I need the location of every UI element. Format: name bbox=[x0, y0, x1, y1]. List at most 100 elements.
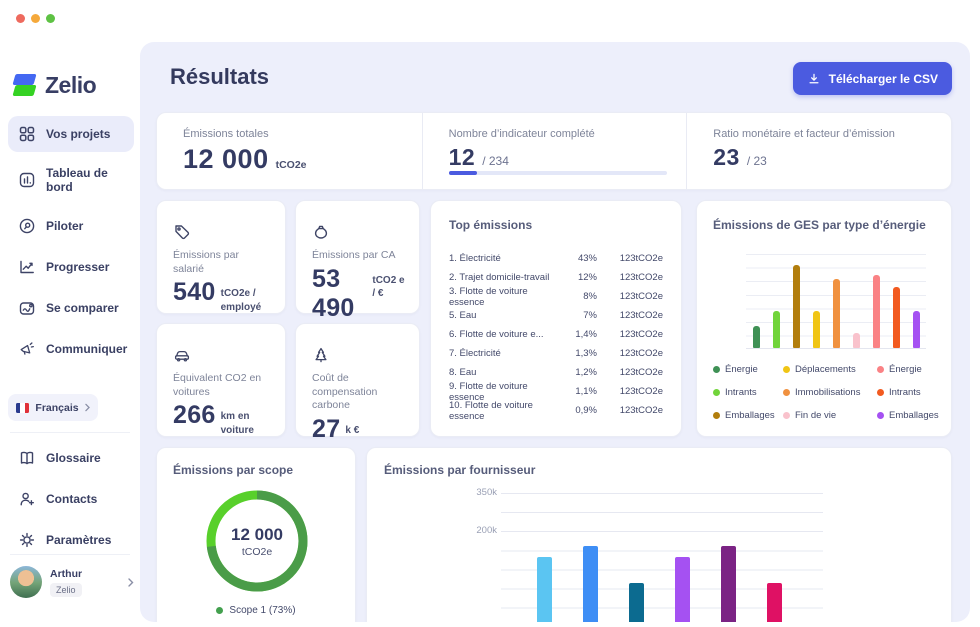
sidebar: Zelio Vos projets Tableau de bord Pilote… bbox=[0, 0, 140, 627]
legend-label: Emballages bbox=[889, 410, 939, 421]
legend-dot bbox=[713, 389, 720, 396]
download-csv-button[interactable]: Télécharger le CSV bbox=[793, 62, 952, 95]
legend-dot bbox=[783, 366, 790, 373]
ges-bar bbox=[873, 275, 880, 348]
nav-label: Progresser bbox=[46, 260, 109, 274]
kpi-label: Équivalent CO2 en voitures bbox=[173, 372, 271, 399]
top-emission-row: 1. Électricité43%123tCO2e bbox=[449, 249, 663, 268]
ges-bar bbox=[793, 265, 800, 348]
stat-value: 12 bbox=[449, 144, 476, 171]
te-pct: 1,2% bbox=[559, 367, 597, 378]
te-name: 5. Eau bbox=[449, 310, 559, 321]
te-pct: 1,3% bbox=[559, 348, 597, 359]
sidebar-item-parametres[interactable]: Paramètres bbox=[8, 522, 134, 558]
chevron-right-icon bbox=[85, 403, 90, 412]
fournisseur-bar bbox=[583, 546, 598, 622]
sidebar-item-contacts[interactable]: Contacts bbox=[8, 481, 134, 517]
window-controls bbox=[16, 14, 55, 23]
top-emission-row: 7. Électricité1,3%123tCO2e bbox=[449, 344, 663, 363]
profile-menu[interactable]: Arthur Zelio bbox=[10, 566, 134, 598]
window-minimize-dot[interactable] bbox=[31, 14, 40, 23]
download-csv-label: Télécharger le CSV bbox=[829, 72, 938, 86]
top-emission-row: 5. Eau7%123tCO2e bbox=[449, 306, 663, 325]
legend-label: Énergie bbox=[889, 364, 922, 375]
sidebar-item-progresser[interactable]: Progresser bbox=[8, 249, 134, 285]
ges-bars bbox=[746, 254, 926, 348]
compare-icon bbox=[18, 299, 36, 317]
te-name: 8. Eau bbox=[449, 367, 559, 378]
legend-dot bbox=[877, 389, 884, 396]
te-val: 123tCO2e bbox=[597, 405, 663, 416]
kpi-unit: tCO2 e / € bbox=[372, 274, 405, 301]
sidebar-item-se-comparer[interactable]: Se comparer bbox=[8, 290, 134, 326]
tag-icon bbox=[173, 223, 191, 241]
secondary-nav: Glossaire Contacts Paramètres bbox=[8, 440, 134, 558]
te-pct: 43% bbox=[559, 253, 597, 264]
stat-total: / 234 bbox=[482, 154, 509, 168]
y-axis-tick: 350k bbox=[462, 487, 497, 498]
ges-bar bbox=[853, 333, 860, 348]
te-name: 6. Flotte de voiture e... bbox=[449, 329, 559, 340]
top-emission-row: 6. Flotte de voiture e...1,4%123tCO2e bbox=[449, 325, 663, 344]
stat-ratio: Ratio monétaire et facteur d’émission 23… bbox=[686, 113, 951, 189]
fournisseur-bar bbox=[675, 557, 690, 622]
legend-item: Déplacements bbox=[783, 364, 877, 375]
language-selector[interactable]: Français bbox=[8, 394, 98, 421]
nav-label: Se comparer bbox=[46, 301, 119, 315]
te-val: 123tCO2e bbox=[597, 329, 663, 340]
kpi-value: 540 bbox=[173, 278, 216, 307]
tree-icon bbox=[312, 346, 330, 364]
stat-label: Ratio monétaire et facteur d’émission bbox=[713, 128, 951, 140]
legend-label: Intrants bbox=[889, 387, 921, 398]
window-close-dot[interactable] bbox=[16, 14, 25, 23]
te-val: 123tCO2e bbox=[597, 310, 663, 321]
trend-icon bbox=[18, 258, 36, 276]
kpi-card-emissions-par-ca: Émissions par CA 53 490 tCO2 e / € bbox=[295, 200, 420, 314]
main-panel: Résultats Télécharger le CSV Émissions t… bbox=[140, 42, 970, 622]
stat-label: Nombre d’indicateur complété bbox=[449, 128, 687, 140]
stat-total: / 23 bbox=[747, 154, 767, 168]
fournisseur-bars bbox=[537, 448, 782, 622]
ges-bar bbox=[813, 311, 820, 348]
bar-chart-icon bbox=[18, 171, 36, 189]
download-icon bbox=[807, 72, 821, 86]
legend-item: Emballages bbox=[713, 410, 783, 421]
ges-bar bbox=[893, 287, 900, 348]
legend-dot bbox=[783, 389, 790, 396]
fournisseur-chart-card: Émissions par fournisseur 350k 200k bbox=[366, 447, 952, 622]
gear-icon bbox=[18, 531, 36, 549]
te-val: 123tCO2e bbox=[597, 253, 663, 264]
scope-legend: Scope 1 (73%) bbox=[157, 605, 355, 616]
sidebar-item-glossaire[interactable]: Glossaire bbox=[8, 440, 134, 476]
scope-chart-title: Émissions par scope bbox=[173, 463, 339, 477]
legend-item: Énergie bbox=[713, 364, 783, 375]
te-pct: 7% bbox=[559, 310, 597, 321]
nav-label: Vos projets bbox=[46, 127, 110, 141]
sidebar-item-vos-projets[interactable]: Vos projets bbox=[8, 116, 134, 152]
nav-label: Communiquer bbox=[46, 342, 127, 356]
legend-label: Emballages bbox=[725, 410, 775, 421]
sidebar-item-communiquer[interactable]: Communiquer bbox=[8, 331, 134, 367]
scope-donut-chart: 12 000 tCO2e bbox=[199, 483, 315, 599]
te-pct: 1,1% bbox=[559, 386, 597, 397]
te-name: 3. Flotte de voiture essence bbox=[449, 286, 559, 308]
legend-item: Énergie bbox=[877, 364, 939, 375]
te-val: 123tCO2e bbox=[597, 348, 663, 359]
window-zoom-dot[interactable] bbox=[46, 14, 55, 23]
app-logo[interactable]: Zelio bbox=[13, 72, 96, 99]
sidebar-item-piloter[interactable]: Piloter bbox=[8, 208, 134, 244]
kpi-unit: k € bbox=[345, 424, 359, 438]
legend-label: Immobilisations bbox=[795, 387, 860, 398]
nav-label: Piloter bbox=[46, 219, 83, 233]
kpi-label: Coût de compensation carbone bbox=[312, 372, 405, 413]
ges-chart-card: Émissions de GES par type d’énergie Éner… bbox=[696, 200, 952, 437]
ges-bar bbox=[913, 311, 920, 348]
car-icon bbox=[173, 346, 191, 364]
te-val: 123tCO2e bbox=[597, 272, 663, 283]
chevron-right-icon bbox=[128, 578, 134, 587]
page-title: Résultats bbox=[170, 64, 269, 90]
legend-item: Intrants bbox=[713, 387, 783, 398]
scope-total-value: 12 000 bbox=[231, 525, 283, 545]
sidebar-item-tableau-de-bord[interactable]: Tableau de bord bbox=[8, 157, 134, 203]
te-val: 123tCO2e bbox=[597, 291, 663, 302]
